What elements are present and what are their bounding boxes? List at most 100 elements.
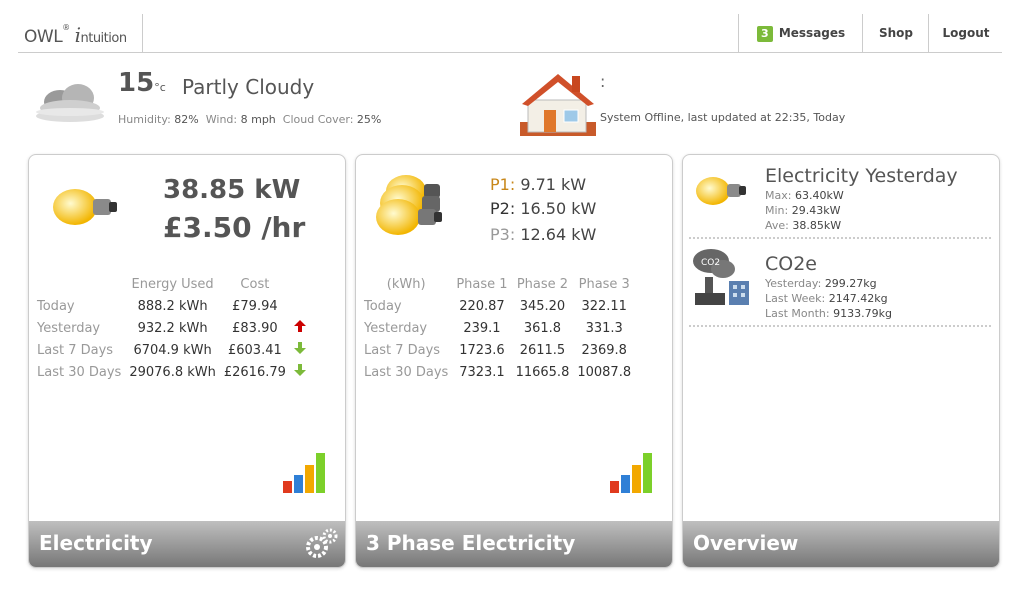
divider <box>689 325 991 327</box>
row-label: Today <box>37 298 75 314</box>
cost-value: £79.94 <box>232 298 278 314</box>
co2-yesterday-line: Yesterday: 299.27kg <box>765 277 877 291</box>
electricity-yesterday-title: Electricity Yesterday <box>765 165 958 187</box>
co2-yesterday-label: Yesterday: <box>765 277 822 290</box>
bar-graph-icon[interactable] <box>608 451 656 495</box>
phase-3-value: 322.11 <box>581 298 627 314</box>
table-header-row: (kWh) Phase 1 Phase 2 Phase 3 <box>360 273 635 295</box>
co2-week-value: 2147.42kg <box>828 292 888 305</box>
overview-footer-title: Overview <box>693 531 799 555</box>
humidity-label: Humidity: <box>118 113 171 126</box>
phase-1-value: 1723.6 <box>459 342 505 358</box>
trend-up-arrow-icon <box>293 320 306 332</box>
table-row: Today 888.2 kWh £79.94 <box>33 295 310 317</box>
co2-month-line: Last Month: 9133.79kg <box>765 307 892 321</box>
wind-value: 8 mph <box>240 113 276 126</box>
weather-details: Humidity: 82% Wind: 8 mph Cloud Cover: 2… <box>118 113 381 126</box>
min-line: Min: 29.43kW <box>765 204 840 218</box>
electricity-footer-title: Electricity <box>39 531 153 555</box>
table-row: Last 7 Days 6704.9 kWh £603.41 <box>33 339 310 361</box>
ave-value: 38.85kW <box>792 219 842 232</box>
wind-label: Wind: <box>205 113 238 126</box>
phase-3-value: 331.3 <box>585 320 623 336</box>
phase-2-value: 345.20 <box>519 298 566 314</box>
min-label: Min: <box>765 204 789 217</box>
table-row: Last 30 Days 29076.8 kWh £2616.79 <box>33 361 310 383</box>
electricity-table: Energy Used Cost Today 888.2 kWh £79.94 Yes… <box>33 273 310 383</box>
electricity-power: 38.85 kW <box>163 175 301 205</box>
overview-panel-footer[interactable]: Overview <box>683 521 999 567</box>
phase-1-value: 7323.1 <box>459 364 505 380</box>
electricity-panel-footer[interactable]: Electricity <box>29 521 345 567</box>
humidity-value: 82% <box>174 113 199 126</box>
p3-value: 12.64 kW <box>520 225 597 244</box>
p2-value: 16.50 kW <box>520 199 597 218</box>
messages-count-badge: 3 <box>756 26 773 42</box>
shop-button[interactable]: Shop <box>862 14 929 52</box>
phase-2-value: 11665.8 <box>515 364 570 380</box>
max-label: Max: <box>765 189 792 202</box>
trend-down-arrow-icon <box>293 342 306 354</box>
ave-line: Ave: 38.85kW <box>765 219 841 233</box>
shop-label: Shop <box>878 26 914 40</box>
co2-week-label: Last Week: <box>765 292 826 305</box>
row-label: Last 30 Days <box>364 364 449 380</box>
overview-panel[interactable]: Electricity Yesterday Max: 63.40kW Min: … <box>682 154 1000 568</box>
phase-3-value: 10087.8 <box>577 364 632 380</box>
light-bulb-icon <box>53 189 117 225</box>
gear-icon[interactable] <box>305 527 339 561</box>
col-unit: (kWh) <box>386 276 426 292</box>
phase-3-value: 2369.8 <box>581 342 627 358</box>
electricity-panel[interactable]: 38.85 kW £3.50 /hr Energy Used Cost Today… <box>28 154 346 568</box>
system-status: System Offline, last updated at 22:35, T… <box>600 111 846 124</box>
energy-value: 29076.8 kWh <box>129 364 216 380</box>
ave-label: Ave: <box>765 219 789 232</box>
phase-3-reading: P3: 12.64 kW <box>490 225 596 244</box>
light-bulb-icon <box>696 177 746 205</box>
col-phase-3: Phase 3 <box>578 276 630 292</box>
phase-2-reading: P2: 16.50 kW <box>490 199 596 218</box>
logo-intuition-text: ntuition <box>80 31 127 46</box>
p1-label: P1: <box>490 175 516 194</box>
messages-button[interactable]: 3 Messages <box>738 14 863 52</box>
house-icon <box>520 74 596 136</box>
cloud-cover-value: 25% <box>356 113 382 126</box>
cost-value: £603.41 <box>227 342 282 358</box>
three-phase-panel[interactable]: P1: 9.71 kW P2: 16.50 kW P3: 12.64 kW (k… <box>355 154 673 568</box>
p1-value: 9.71 kW <box>520 175 587 194</box>
energy-value: 6704.9 kWh <box>133 342 212 358</box>
partly-cloudy-icon <box>36 84 104 122</box>
p3-label: P3: <box>490 225 516 244</box>
top-bar: OWL® intuition 3 Messages Shop Logout <box>18 14 1002 53</box>
bar-graph-icon[interactable] <box>281 451 329 495</box>
phase-2-value: 361.8 <box>523 320 562 336</box>
table-row: Last 30 Days 7323.1 11665.8 10087.8 <box>360 361 635 383</box>
max-value: 63.40kW <box>794 189 844 202</box>
col-phase-1: Phase 1 <box>456 276 508 292</box>
phase-1-value: 239.1 <box>463 320 501 336</box>
three-phase-panel-footer[interactable]: 3 Phase Electricity <box>356 521 672 567</box>
p2-label: P2: <box>490 199 516 218</box>
cloud-cover-label: Cloud Cover: <box>282 113 354 126</box>
logout-label: Logout <box>942 26 990 40</box>
row-label: Yesterday <box>37 320 101 336</box>
row-label: Yesterday <box>364 320 428 336</box>
co2-factory-icon: CO2 <box>693 249 749 305</box>
row-label: Last 7 Days <box>37 342 114 358</box>
three-bulbs-icon <box>376 175 442 235</box>
logo-divider <box>142 14 143 52</box>
table-row: Last 7 Days 1723.6 2611.5 2369.8 <box>360 339 635 361</box>
co2-week-line: Last Week: 2147.42kg <box>765 292 888 306</box>
row-label: Last 7 Days <box>364 342 441 358</box>
table-header-row: Energy Used Cost <box>33 273 310 295</box>
temperature-unit: °c <box>154 81 166 94</box>
energy-value: 888.2 kWh <box>137 298 208 314</box>
temperature: 15°c <box>118 68 166 98</box>
row-label: Today <box>364 298 402 314</box>
trend-down-arrow-icon <box>293 364 306 376</box>
logout-button[interactable]: Logout <box>928 14 1003 52</box>
phase-table: (kWh) Phase 1 Phase 2 Phase 3 Today 220.87 34… <box>360 273 635 383</box>
divider <box>689 237 991 239</box>
three-phase-footer-title: 3 Phase Electricity <box>366 531 576 555</box>
system-colon: : <box>600 72 606 91</box>
